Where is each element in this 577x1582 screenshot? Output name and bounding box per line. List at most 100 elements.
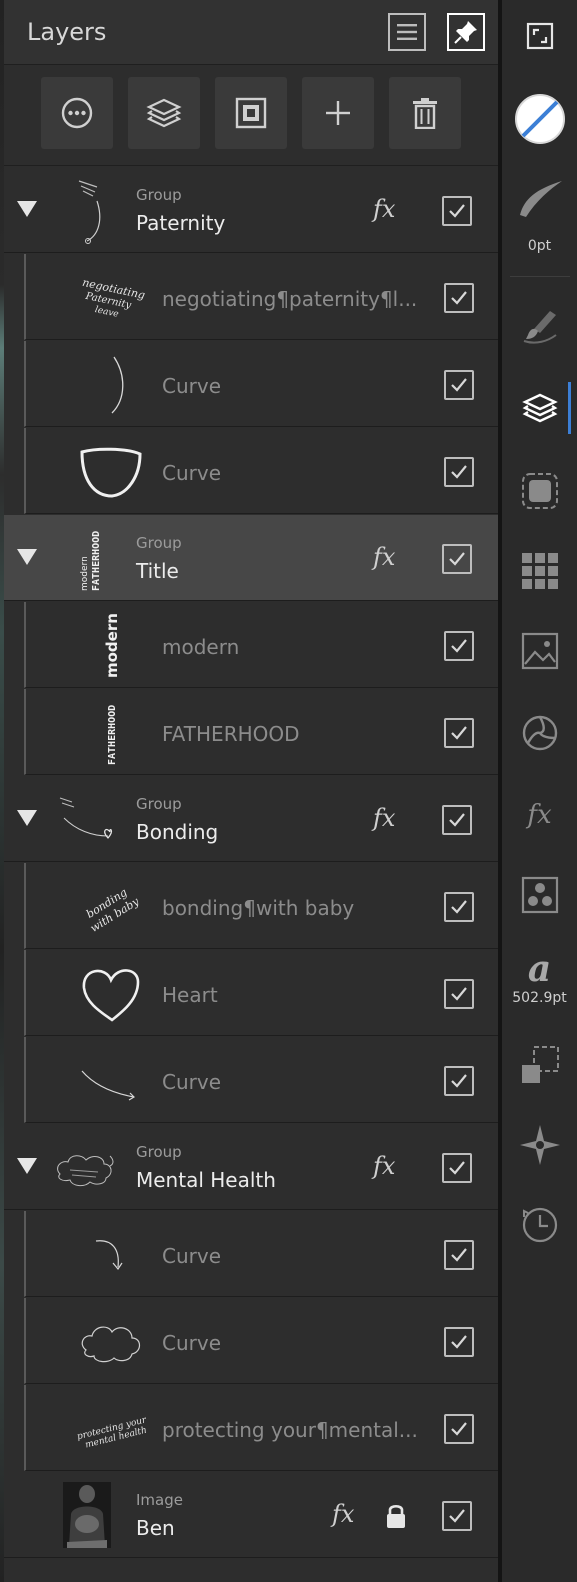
layers-studio-button[interactable] xyxy=(502,384,577,434)
effects-button[interactable]: fx xyxy=(502,790,577,840)
navigator-button[interactable] xyxy=(502,1120,577,1170)
layer-row-mental-health-group[interactable]: Group Mental Health fx xyxy=(4,1124,498,1210)
brush-stroke-icon xyxy=(519,181,562,217)
visibility-checkbox[interactable] xyxy=(444,1240,474,1270)
aperture-icon xyxy=(522,715,557,751)
layer-name[interactable]: Mental Health xyxy=(136,1168,276,1192)
visibility-checkbox[interactable] xyxy=(444,631,474,661)
assets-button[interactable] xyxy=(502,626,577,676)
layer-name[interactable]: protecting your¶mental... xyxy=(162,1418,418,1442)
visibility-checkbox[interactable] xyxy=(442,544,472,574)
styles-icon xyxy=(521,876,558,914)
layer-row-modern-text[interactable]: modern modern xyxy=(24,602,498,688)
visibility-checkbox[interactable] xyxy=(444,979,474,1009)
visibility-checkbox[interactable] xyxy=(442,1501,472,1531)
hamburger-icon xyxy=(397,24,417,40)
layer-name[interactable]: modern xyxy=(162,635,239,659)
layer-name[interactable]: Curve xyxy=(162,1070,221,1094)
add-layer-button[interactable] xyxy=(302,77,374,149)
layer-thumbnail xyxy=(76,436,146,506)
visibility-checkbox[interactable] xyxy=(444,1414,474,1444)
layer-name[interactable]: negotiating¶paternity¶l... xyxy=(162,287,417,311)
layer-row-protecting-text[interactable]: protecting your mental health protecting… xyxy=(24,1385,498,1471)
stroke-width-button[interactable] xyxy=(502,172,577,222)
fit-screen-button[interactable] xyxy=(502,14,577,58)
checkmark-icon xyxy=(451,378,467,392)
photo-thumbnail xyxy=(63,1482,111,1548)
visibility-checkbox[interactable] xyxy=(444,892,474,922)
layer-row-negotiating-text[interactable]: negotiating Paternity leave negotiating¶… xyxy=(24,254,498,340)
selection-button[interactable] xyxy=(502,466,577,516)
layer-fx-icon[interactable]: fx xyxy=(373,195,395,223)
layer-effects-stack-button[interactable] xyxy=(128,77,200,149)
layer-row-curve[interactable]: Curve xyxy=(24,428,498,514)
adjustments-button[interactable] xyxy=(502,708,577,758)
layer-name[interactable]: Curve xyxy=(162,461,221,485)
swatches-button[interactable] xyxy=(502,546,577,596)
disclosure-triangle-icon[interactable] xyxy=(17,810,37,826)
layer-thumbnail xyxy=(52,1132,122,1202)
styles-button[interactable] xyxy=(502,870,577,920)
text-styles-button[interactable]: a xyxy=(502,946,577,992)
mask-layer-button[interactable] xyxy=(215,77,287,149)
layer-fx-icon[interactable]: fx xyxy=(332,1500,354,1528)
layer-fx-icon[interactable]: fx xyxy=(373,543,395,571)
visibility-checkbox[interactable] xyxy=(444,1327,474,1357)
font-glyph-icon: a xyxy=(527,948,552,990)
layer-fx-icon[interactable]: fx xyxy=(373,804,395,832)
disclosure-triangle-icon[interactable] xyxy=(17,1158,37,1174)
layer-kind: Group xyxy=(136,534,182,552)
layer-name[interactable]: FATHERHOOD xyxy=(162,722,300,746)
pin-icon xyxy=(454,21,477,44)
svg-text:FATHERHOOD: FATHERHOOD xyxy=(107,705,118,765)
layer-row-ben-image[interactable]: Image Ben fx xyxy=(4,1472,498,1558)
layer-row-bonding-group[interactable]: Group Bonding fx xyxy=(4,776,498,862)
layer-name[interactable]: Paternity xyxy=(136,211,225,235)
visibility-checkbox[interactable] xyxy=(442,1153,472,1183)
transform-button[interactable] xyxy=(502,1040,577,1090)
visibility-checkbox[interactable] xyxy=(444,457,474,487)
disclosure-triangle-icon[interactable] xyxy=(17,549,37,565)
checkmark-icon xyxy=(451,900,467,914)
layer-name[interactable]: Ben xyxy=(136,1516,175,1540)
pin-panel-button[interactable] xyxy=(447,13,485,51)
layer-row-title-group[interactable]: modern FATHERHOOD Group Title fx xyxy=(4,515,498,601)
visibility-checkbox[interactable] xyxy=(442,196,472,226)
layer-thumbnail xyxy=(52,175,122,245)
layer-name[interactable]: bonding¶with baby xyxy=(162,896,354,920)
checkmark-icon xyxy=(451,291,467,305)
panel-menu-button[interactable] xyxy=(388,13,426,51)
delete-layer-button[interactable] xyxy=(389,77,461,149)
layer-name[interactable]: Curve xyxy=(162,1244,221,1268)
brushes-button[interactable] xyxy=(502,300,577,350)
history-button[interactable] xyxy=(502,1200,577,1250)
layer-row-paternity-group[interactable]: Group Paternity fx xyxy=(4,167,498,253)
layer-row-fatherhood-text[interactable]: FATHERHOOD FATHERHOOD xyxy=(24,689,498,775)
layer-row-curve[interactable]: Curve xyxy=(24,1037,498,1123)
layer-row-heart[interactable]: Heart xyxy=(24,950,498,1036)
visibility-checkbox[interactable] xyxy=(444,283,474,313)
layer-name[interactable]: Curve xyxy=(162,1331,221,1355)
color-swatch-button[interactable] xyxy=(502,90,577,148)
visibility-checkbox[interactable] xyxy=(444,370,474,400)
visibility-checkbox[interactable] xyxy=(444,1066,474,1096)
layer-name[interactable]: Title xyxy=(136,559,179,583)
layer-row-curve[interactable]: Curve xyxy=(24,1298,498,1384)
disclosure-triangle-icon[interactable] xyxy=(17,201,37,217)
layer-row-bonding-text[interactable]: bonding with baby bonding¶with baby xyxy=(24,863,498,949)
visibility-checkbox[interactable] xyxy=(444,718,474,748)
layer-fx-icon[interactable]: fx xyxy=(373,1152,395,1180)
visibility-checkbox[interactable] xyxy=(442,805,472,835)
layer-row-curve[interactable]: Curve xyxy=(24,341,498,427)
layer-thumbnail: modern FATHERHOOD xyxy=(52,523,122,593)
layer-kind: Group xyxy=(136,795,182,813)
layer-thumbnail: FATHERHOOD xyxy=(76,697,146,767)
more-options-icon xyxy=(61,97,93,129)
layer-name[interactable]: Curve xyxy=(162,374,221,398)
layer-row-curve[interactable]: Curve xyxy=(24,1211,498,1297)
layer-options-button[interactable] xyxy=(41,77,113,149)
layer-name[interactable]: Bonding xyxy=(136,820,218,844)
compass-icon xyxy=(519,1125,560,1165)
layer-name[interactable]: Heart xyxy=(162,983,218,1007)
lock-icon[interactable] xyxy=(385,1503,407,1533)
